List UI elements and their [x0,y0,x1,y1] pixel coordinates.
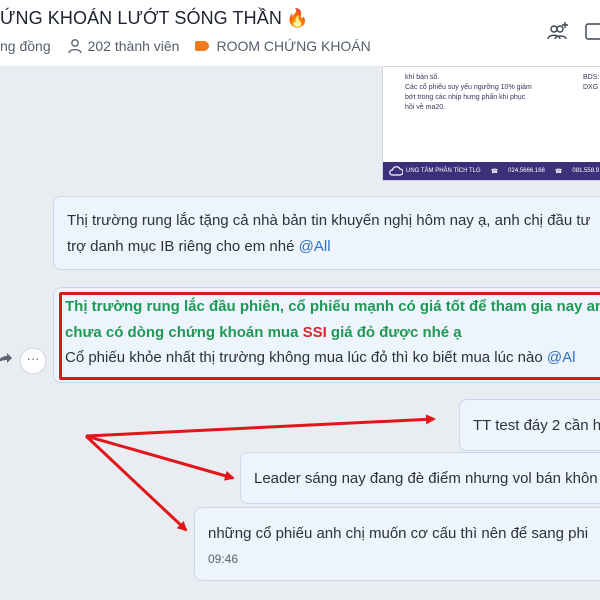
group-category: ng đồng [0,38,51,54]
message-text: TT test đáy 2 cần h [473,417,600,434]
message-bubble[interactable]: những cổ phiếu anh chị muốn cơ cấu thì n… [194,507,600,581]
message-text-green: chưa có dòng chứng khoán mua SSI giá đỏ … [65,324,462,341]
share-icon[interactable] [0,349,14,369]
message-text: trợ danh mục IB riêng cho em nhé @All [67,238,331,255]
fire-icon: 🔥 [285,8,309,28]
image-side-text: BDS: DXG 2 [583,74,600,91]
footer-brand: UNG TÂM PHÂN TÍCH TLG [406,168,481,174]
message-text: Thị trường rung lắc tặng cả nhà bản tin … [67,212,591,229]
message-bubble[interactable]: Leader sáng nay đang đè điểm nhưng vol b… [240,452,600,504]
tag-icon [195,41,210,51]
footer-phone-1: 024.5666.168 [508,168,545,174]
stock-ticker: SSI [302,324,327,341]
mention-all[interactable]: @All [299,238,331,255]
message-text: những cổ phiếu anh chị muốn cơ cấu thì n… [208,525,589,542]
group-title: ỨNG KHOÁN LƯỚT SÓNG THẦN 🔥 [0,8,309,28]
phone-icon: ☎ [490,168,499,175]
sidebar-toggle-icon[interactable] [585,20,600,44]
footer-phone-2: 081.558.9 [572,168,600,174]
group-meta: ng đồng 202 thành viên ROOM CHỨNG KHOÁN [0,38,371,54]
image-footer: UNG TÂM PHÂN TÍCH TLG ☎ 024.5666.168 ☎ 0… [383,162,600,180]
arrow-to-message-4 [85,434,235,481]
message-text-green: Thị trường rung lắc đầu phiên, cổ phiếu … [65,298,600,315]
image-text: khí bản sổ. Các cổ phiếu suy yếu ngưỡng … [405,74,532,111]
arrow-to-message-3 [85,414,436,438]
mention-all[interactable]: @Al [547,349,576,366]
message-timestamp: 09:46 [208,552,239,566]
room-tag[interactable]: ROOM CHỨNG KHOÁN [216,38,370,54]
add-member-icon[interactable] [546,20,570,44]
arrow-to-message-5 [84,434,188,532]
image-message[interactable]: khí bản sổ. Các cổ phiếu suy yếu ngưỡng … [382,66,600,181]
message-text: Leader sáng nay đang đè điểm nhưng vol b… [254,470,598,487]
more-options-icon[interactable]: ··· [20,348,46,374]
message-bubble-highlighted[interactable]: Thị trường rung lắc đầu phiên, cổ phiếu … [53,287,600,383]
member-count[interactable]: 202 thành viên [88,38,180,54]
message-bubble[interactable]: Thị trường rung lắc tặng cả nhà bản tin … [53,196,600,270]
user-icon [67,39,82,54]
chat-header: ỨNG KHOÁN LƯỚT SÓNG THẦN 🔥 ng đồng 202 th… [0,0,600,67]
phone-icon: ☎ [554,168,563,175]
message-bubble[interactable]: TT test đáy 2 cần h [459,399,600,451]
cloud-icon [389,166,403,176]
message-text: Cổ phiếu khỏe nhất thị trường không mua … [65,349,576,366]
